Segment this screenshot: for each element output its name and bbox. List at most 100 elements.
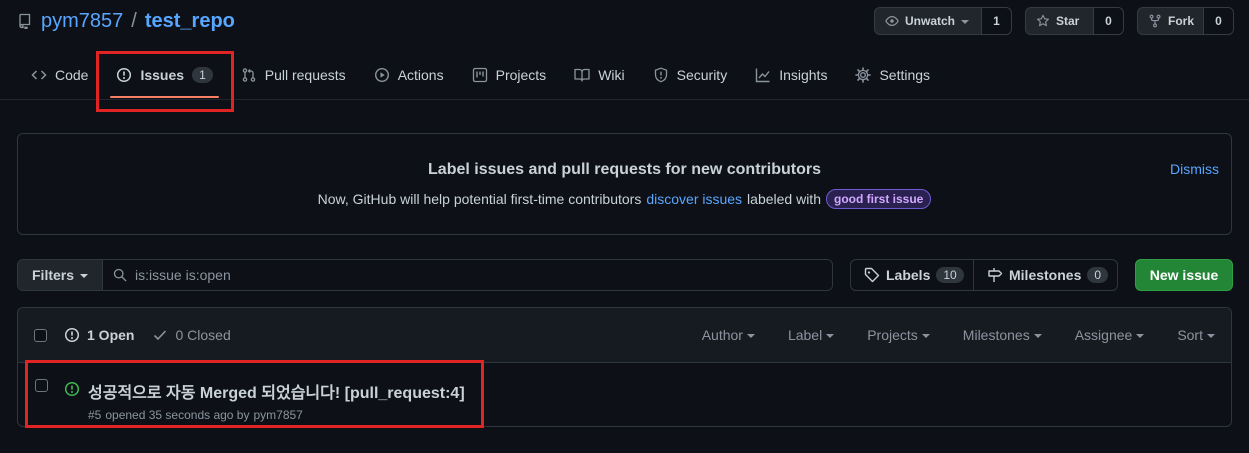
labels-count: 10	[936, 267, 964, 283]
play-icon	[374, 67, 390, 83]
star-label: Star	[1056, 14, 1080, 28]
shield-icon	[653, 67, 669, 83]
unwatch-label: Unwatch	[905, 14, 956, 28]
repo-owner-link[interactable]: pym7857	[41, 10, 123, 33]
banner-subtitle: Now, GitHub will help potential first-ti…	[18, 189, 1231, 209]
sort-filter-label: Sort	[1177, 327, 1203, 343]
tab-actions-label: Actions	[397, 67, 444, 83]
tab-security[interactable]: Security	[639, 52, 742, 98]
tab-actions[interactable]: Actions	[360, 52, 458, 98]
check-icon	[152, 327, 168, 343]
label-filter[interactable]: Label	[787, 327, 835, 343]
tab-insights-label: Insights	[779, 67, 828, 83]
dismiss-button[interactable]: Dismiss	[1170, 161, 1219, 177]
tab-code-label: Code	[55, 67, 89, 83]
tab-security-label: Security	[676, 67, 728, 83]
milestones-button[interactable]: Milestones 0	[973, 260, 1117, 290]
project-icon	[472, 67, 488, 83]
star-count[interactable]: 0	[1094, 8, 1123, 34]
new-issue-button[interactable]: New issue	[1135, 259, 1233, 291]
fork-icon	[1148, 14, 1162, 28]
fork-button-group: Fork 0	[1137, 7, 1234, 35]
milestones-filter-label: Milestones	[962, 327, 1030, 343]
author-filter[interactable]: Author	[702, 327, 755, 343]
chevron-down-icon	[826, 334, 835, 338]
open-issues-filter[interactable]: 1 Open	[64, 327, 134, 343]
banner-text-after: labeled with	[747, 191, 821, 207]
labels-button[interactable]: Labels 10	[851, 260, 973, 290]
filters-dropdown[interactable]: Filters	[18, 260, 104, 290]
graph-icon	[755, 67, 771, 83]
label-filter-label: Label	[787, 327, 823, 343]
star-icon	[1036, 14, 1050, 28]
closed-issues-filter[interactable]: 0 Closed	[152, 327, 231, 343]
good-first-issue-label[interactable]: good first issue	[825, 189, 932, 209]
milestones-label: Milestones	[1009, 267, 1082, 283]
milestone-icon	[987, 267, 1003, 283]
fork-label: Fork	[1168, 14, 1195, 28]
discover-issues-link[interactable]: discover issues	[646, 191, 742, 207]
tab-wiki[interactable]: Wiki	[560, 52, 638, 98]
search-icon	[113, 268, 127, 282]
chevron-down-icon	[1033, 334, 1042, 338]
repo-separator: /	[131, 9, 137, 32]
tab-projects[interactable]: Projects	[458, 52, 561, 98]
tab-wiki-label: Wiki	[598, 67, 625, 83]
star-button[interactable]: Star	[1026, 8, 1094, 34]
fork-button[interactable]: Fork	[1138, 8, 1204, 34]
filters-label: Filters	[32, 267, 75, 283]
author-filter-label: Author	[701, 327, 743, 343]
watch-button-group: Unwatch 1	[874, 7, 1012, 35]
tab-settings[interactable]: Settings	[841, 52, 944, 98]
tab-pull-requests-label: Pull requests	[264, 67, 346, 83]
banner-text-before: Now, GitHub will help potential first-ti…	[317, 191, 642, 207]
repo-name-link[interactable]: test_repo	[145, 10, 235, 33]
labels-milestones-group: Labels 10 Milestones 0	[850, 259, 1118, 291]
tab-pull-requests[interactable]: Pull requests	[227, 52, 360, 98]
chevron-down-icon	[1207, 334, 1215, 338]
unwatch-button[interactable]: Unwatch	[875, 8, 982, 34]
chevron-down-icon	[1136, 334, 1145, 338]
milestones-count: 0	[1087, 267, 1109, 283]
closed-count-label: 0 Closed	[175, 327, 231, 343]
tab-settings-label: Settings	[879, 67, 931, 83]
milestones-filter[interactable]: Milestones	[963, 327, 1042, 343]
search-box[interactable]	[103, 260, 832, 290]
labels-label: Labels	[886, 267, 931, 283]
assignee-filter-label: Assignee	[1074, 327, 1133, 343]
tab-projects-label: Projects	[495, 67, 547, 83]
issue-row-highlight-box	[25, 360, 484, 428]
repo-header: pym7857 / test_repo	[17, 8, 235, 34]
watch-count[interactable]: 1	[982, 8, 1011, 34]
open-count-label: 1 Open	[87, 327, 135, 343]
column-filters: Author Label Projects Milestones Assigne…	[702, 327, 1231, 343]
eye-icon	[885, 14, 899, 28]
code-icon	[31, 67, 47, 83]
state-toggle: 1 Open 0 Closed	[64, 327, 231, 343]
issues-list-header: 1 Open 0 Closed Author Label Projects Mi…	[18, 308, 1231, 363]
search-input[interactable]	[135, 267, 736, 283]
star-button-group: Star 0	[1025, 7, 1124, 35]
chevron-down-icon	[961, 20, 970, 24]
chevron-down-icon	[80, 274, 89, 278]
book-icon	[574, 67, 590, 83]
assignee-filter[interactable]: Assignee	[1075, 327, 1145, 343]
issues-tab-highlight-box	[96, 51, 234, 112]
tab-insights[interactable]: Insights	[741, 52, 841, 98]
fork-count[interactable]: 0	[1204, 8, 1233, 34]
select-all-checkbox[interactable]	[34, 328, 47, 342]
filter-bar: Filters	[17, 259, 833, 291]
git-pull-request-icon	[241, 67, 257, 83]
chevron-down-icon	[921, 334, 930, 338]
sort-filter[interactable]: Sort	[1177, 327, 1215, 343]
projects-filter[interactable]: Projects	[867, 327, 930, 343]
projects-filter-label: Projects	[867, 327, 918, 343]
gear-icon	[855, 67, 872, 83]
banner-title: Label issues and pull requests for new c…	[428, 161, 821, 178]
chevron-down-icon	[746, 334, 755, 338]
issue-opened-icon	[64, 327, 80, 343]
tab-code[interactable]: Code	[17, 52, 102, 98]
tag-icon	[864, 267, 880, 283]
first-contributors-banner: Label issues and pull requests for new c…	[17, 133, 1232, 235]
repo-icon	[17, 13, 33, 29]
